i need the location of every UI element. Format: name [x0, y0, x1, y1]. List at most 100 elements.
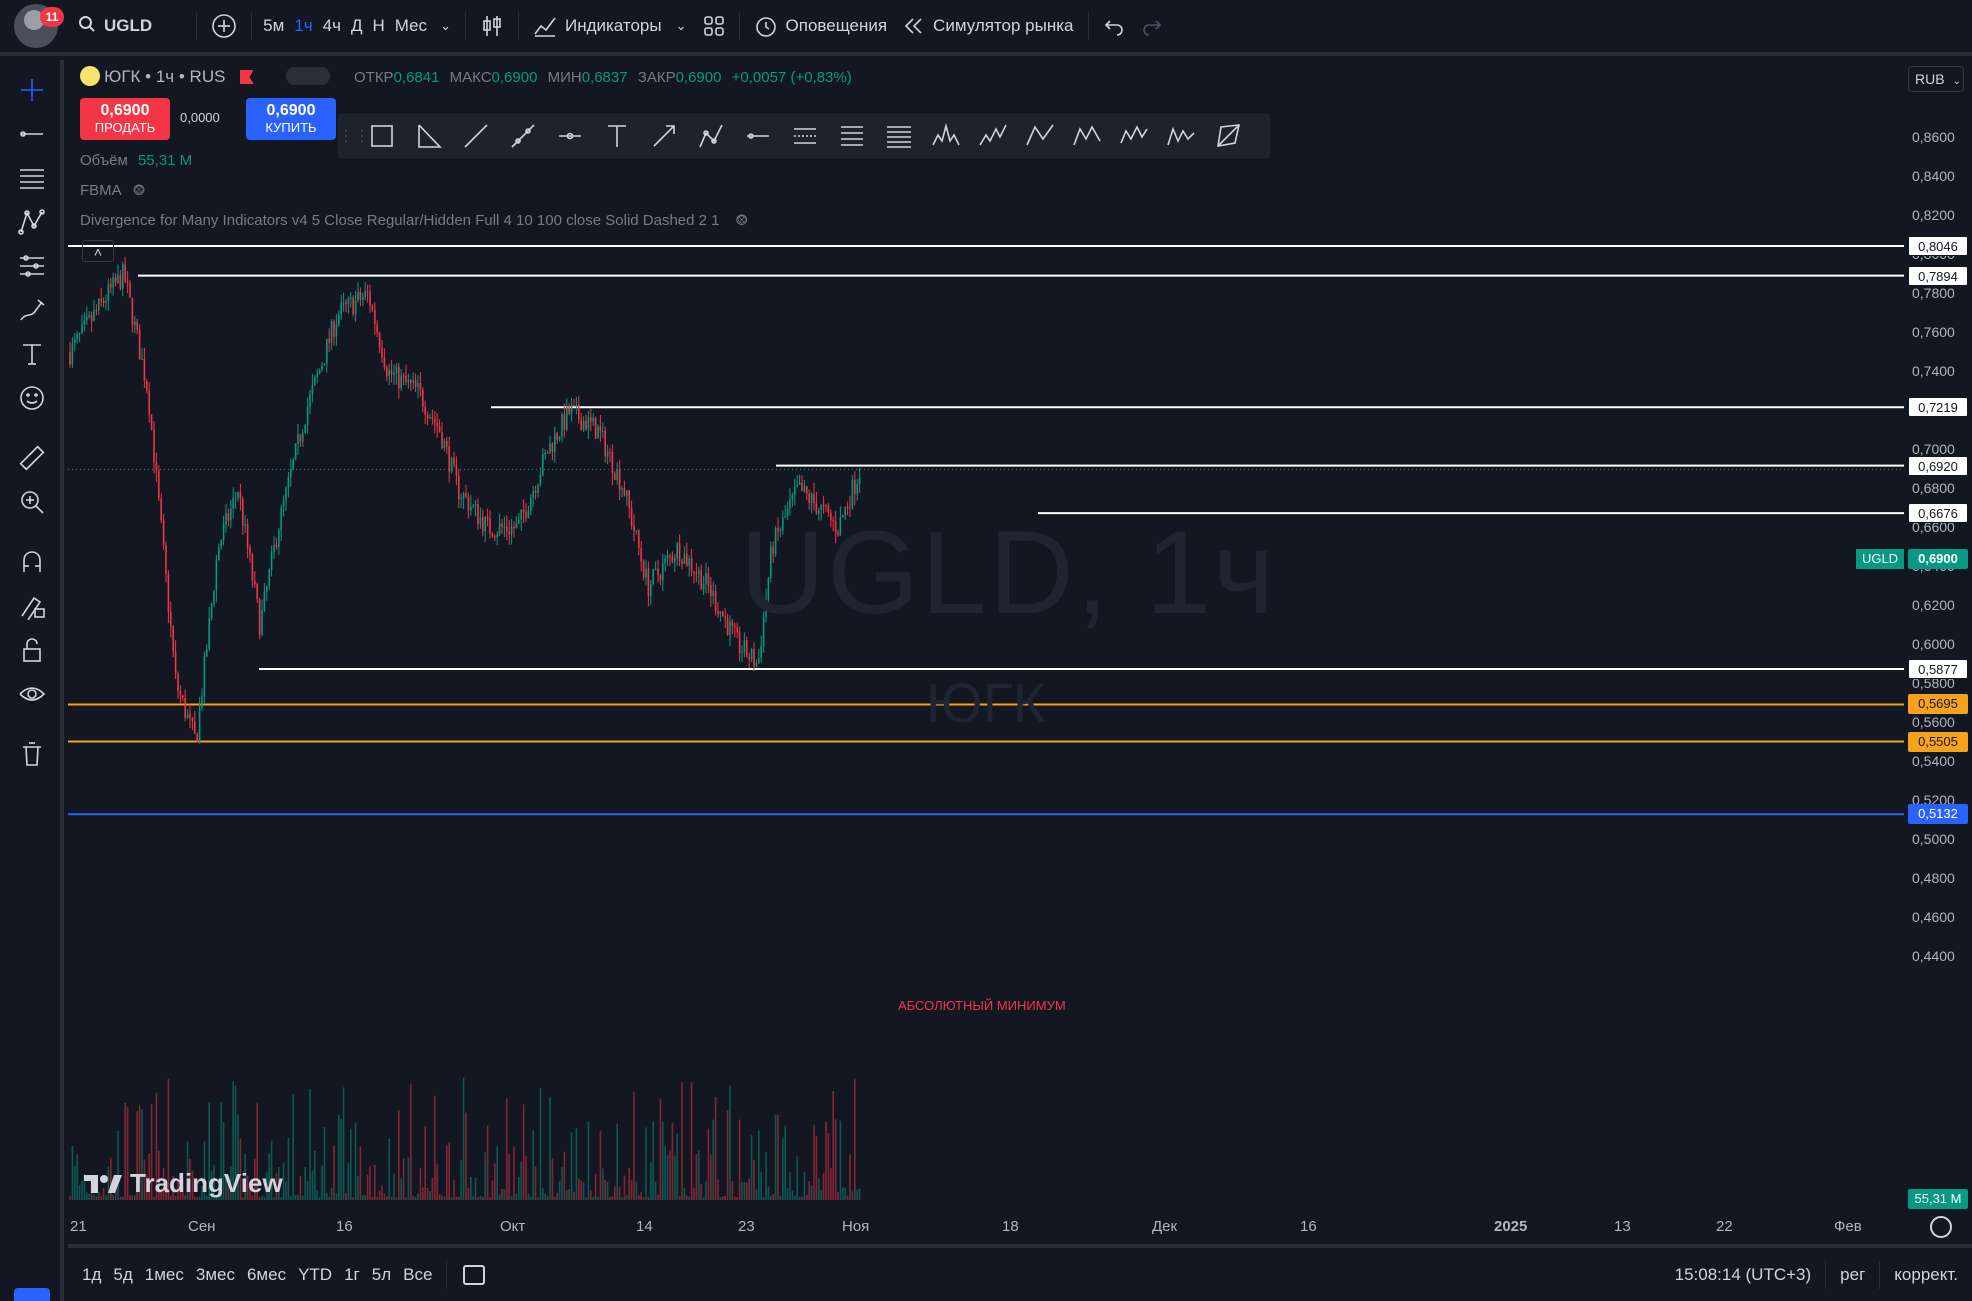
- rectangle-tool-icon[interactable]: [358, 113, 405, 159]
- divergence-legend[interactable]: Divergence for Many Indicators v4 5 Clos…: [80, 212, 748, 229]
- interval-button[interactable]: 1ч: [289, 6, 317, 46]
- object-tree-icon[interactable]: [14, 1288, 50, 1301]
- calendar-go-to-icon[interactable]: [463, 1264, 486, 1285]
- settings-gear-icon[interactable]: [1930, 1216, 1952, 1238]
- open-value: 0,6841: [393, 69, 440, 86]
- range-button[interactable]: 6мес: [241, 1265, 292, 1285]
- elliott-abcde-icon[interactable]: [1157, 113, 1204, 159]
- pattern-icon[interactable]: [14, 204, 50, 240]
- range-button[interactable]: 1г: [338, 1265, 366, 1285]
- indicators-button[interactable]: Индикаторы ⌄: [525, 6, 695, 46]
- candle-body: [321, 365, 323, 370]
- magnet-icon[interactable]: [14, 544, 50, 580]
- triangle-tool-icon[interactable]: [405, 113, 452, 159]
- status-pill[interactable]: [285, 67, 330, 85]
- trash-icon[interactable]: [14, 736, 50, 772]
- horizontal-ray-icon[interactable]: [546, 113, 593, 159]
- undo-button[interactable]: [1095, 6, 1133, 46]
- elliott-wxyxz-icon[interactable]: [1110, 113, 1157, 159]
- range-button[interactable]: Все: [397, 1265, 438, 1285]
- candle-body: [227, 513, 230, 521]
- session-toggle[interactable]: рег: [1832, 1265, 1873, 1285]
- brush-icon[interactable]: [14, 292, 50, 328]
- layouts-button[interactable]: [695, 6, 733, 46]
- range-button[interactable]: 3мес: [190, 1265, 241, 1285]
- interval-button[interactable]: Мес: [390, 6, 432, 46]
- symbol-search-button[interactable]: UGLD: [70, 6, 160, 46]
- trend-line-icon[interactable]: [14, 116, 50, 152]
- candle-body: [350, 297, 352, 299]
- alerts-button[interactable]: Оповещения: [746, 6, 896, 46]
- interval-button[interactable]: Д: [346, 6, 368, 46]
- forecast-icon[interactable]: [14, 248, 50, 284]
- polygon-tool-icon[interactable]: [1204, 113, 1251, 159]
- crosshair-icon[interactable]: [14, 72, 50, 108]
- chevron-down-icon[interactable]: ⌄: [432, 6, 459, 46]
- price-chart[interactable]: [68, 60, 1904, 1240]
- candle-body: [726, 618, 729, 636]
- text-tool-icon[interactable]: [593, 113, 640, 159]
- range-button[interactable]: 5л: [366, 1265, 397, 1285]
- volume-bar: [681, 1082, 683, 1200]
- collapse-legend-button[interactable]: ˄: [82, 240, 114, 262]
- tradingview-logo[interactable]: TradingView: [84, 1168, 283, 1199]
- candle-body: [407, 379, 410, 382]
- drag-handle-icon[interactable]: ⋮⋮: [338, 126, 370, 146]
- redo-button[interactable]: [1133, 6, 1171, 46]
- horizontal-line-icon[interactable]: [734, 113, 781, 159]
- candle-body: [676, 542, 678, 559]
- path-tool-icon[interactable]: [687, 113, 734, 159]
- sell-button[interactable]: 0,6900 ПРОДАТЬ: [80, 98, 170, 140]
- eye-off-icon[interactable]: ⨷: [133, 182, 145, 199]
- lock-icon[interactable]: [14, 632, 50, 668]
- emoji-icon[interactable]: [14, 380, 50, 416]
- candle-body: [225, 513, 227, 525]
- volume-legend[interactable]: Объём 55,31 M: [80, 152, 192, 169]
- range-button[interactable]: 1мес: [139, 1265, 190, 1285]
- flag-icon: [239, 70, 254, 84]
- lock-drawing-icon[interactable]: [14, 588, 50, 624]
- ruler-icon[interactable]: [14, 440, 50, 476]
- eye-icon[interactable]: [14, 676, 50, 712]
- head-shoulders-icon[interactable]: [922, 113, 969, 159]
- text-icon[interactable]: [14, 336, 50, 372]
- candle-body: [206, 649, 208, 657]
- candle-body: [806, 486, 808, 494]
- fib-icon[interactable]: [14, 160, 50, 196]
- symbol-title[interactable]: ЮГК • 1ч • RUS: [104, 67, 225, 86]
- eye-off-icon[interactable]: ⨷: [736, 212, 748, 229]
- currency-selector[interactable]: RUB ⌄: [1908, 66, 1964, 92]
- zoom-in-icon[interactable]: [14, 484, 50, 520]
- volume-bar: [633, 1091, 635, 1200]
- elliott-wxy-icon[interactable]: [1063, 113, 1110, 159]
- candle-body: [621, 488, 623, 490]
- candle-body: [424, 407, 426, 415]
- range-button[interactable]: 5д: [107, 1265, 138, 1285]
- divider: [446, 1260, 448, 1289]
- compare-button[interactable]: [203, 6, 245, 46]
- line-tool-icon[interactable]: [452, 113, 499, 159]
- clock-time[interactable]: 15:08:14 (UTC+3): [1667, 1265, 1820, 1285]
- time-tick: 16: [336, 1218, 353, 1235]
- candle-body: [614, 473, 616, 480]
- adjust-toggle[interactable]: коррект.: [1886, 1265, 1966, 1285]
- arrow-tool-icon[interactable]: [640, 113, 687, 159]
- replay-button[interactable]: Симулятор рынка: [895, 6, 1081, 46]
- fib-retracement-icon[interactable]: [828, 113, 875, 159]
- fib-extension-icon[interactable]: [875, 113, 922, 159]
- volume-bar: [808, 1181, 810, 1200]
- range-button[interactable]: 1д: [76, 1265, 107, 1285]
- interval-button[interactable]: 5м: [258, 6, 289, 46]
- elliott-12345-icon[interactable]: [969, 113, 1016, 159]
- interval-button[interactable]: 4ч: [318, 6, 346, 46]
- volume-bar: [676, 1133, 678, 1200]
- absolute-minimum-annotation[interactable]: АБСОЛЮТНЫЙ МИНИМУМ: [898, 998, 1066, 1013]
- chart-type-button[interactable]: [472, 6, 512, 46]
- ray-tool-icon[interactable]: [499, 113, 546, 159]
- elliott-abc-icon[interactable]: [1016, 113, 1063, 159]
- parallel-channel-icon[interactable]: [781, 113, 828, 159]
- interval-button[interactable]: Н: [367, 6, 389, 46]
- buy-button[interactable]: 0,6900 КУПИТЬ: [246, 98, 336, 140]
- range-button[interactable]: YTD: [292, 1265, 338, 1285]
- fbma-legend[interactable]: FBMA ⨷: [80, 182, 145, 199]
